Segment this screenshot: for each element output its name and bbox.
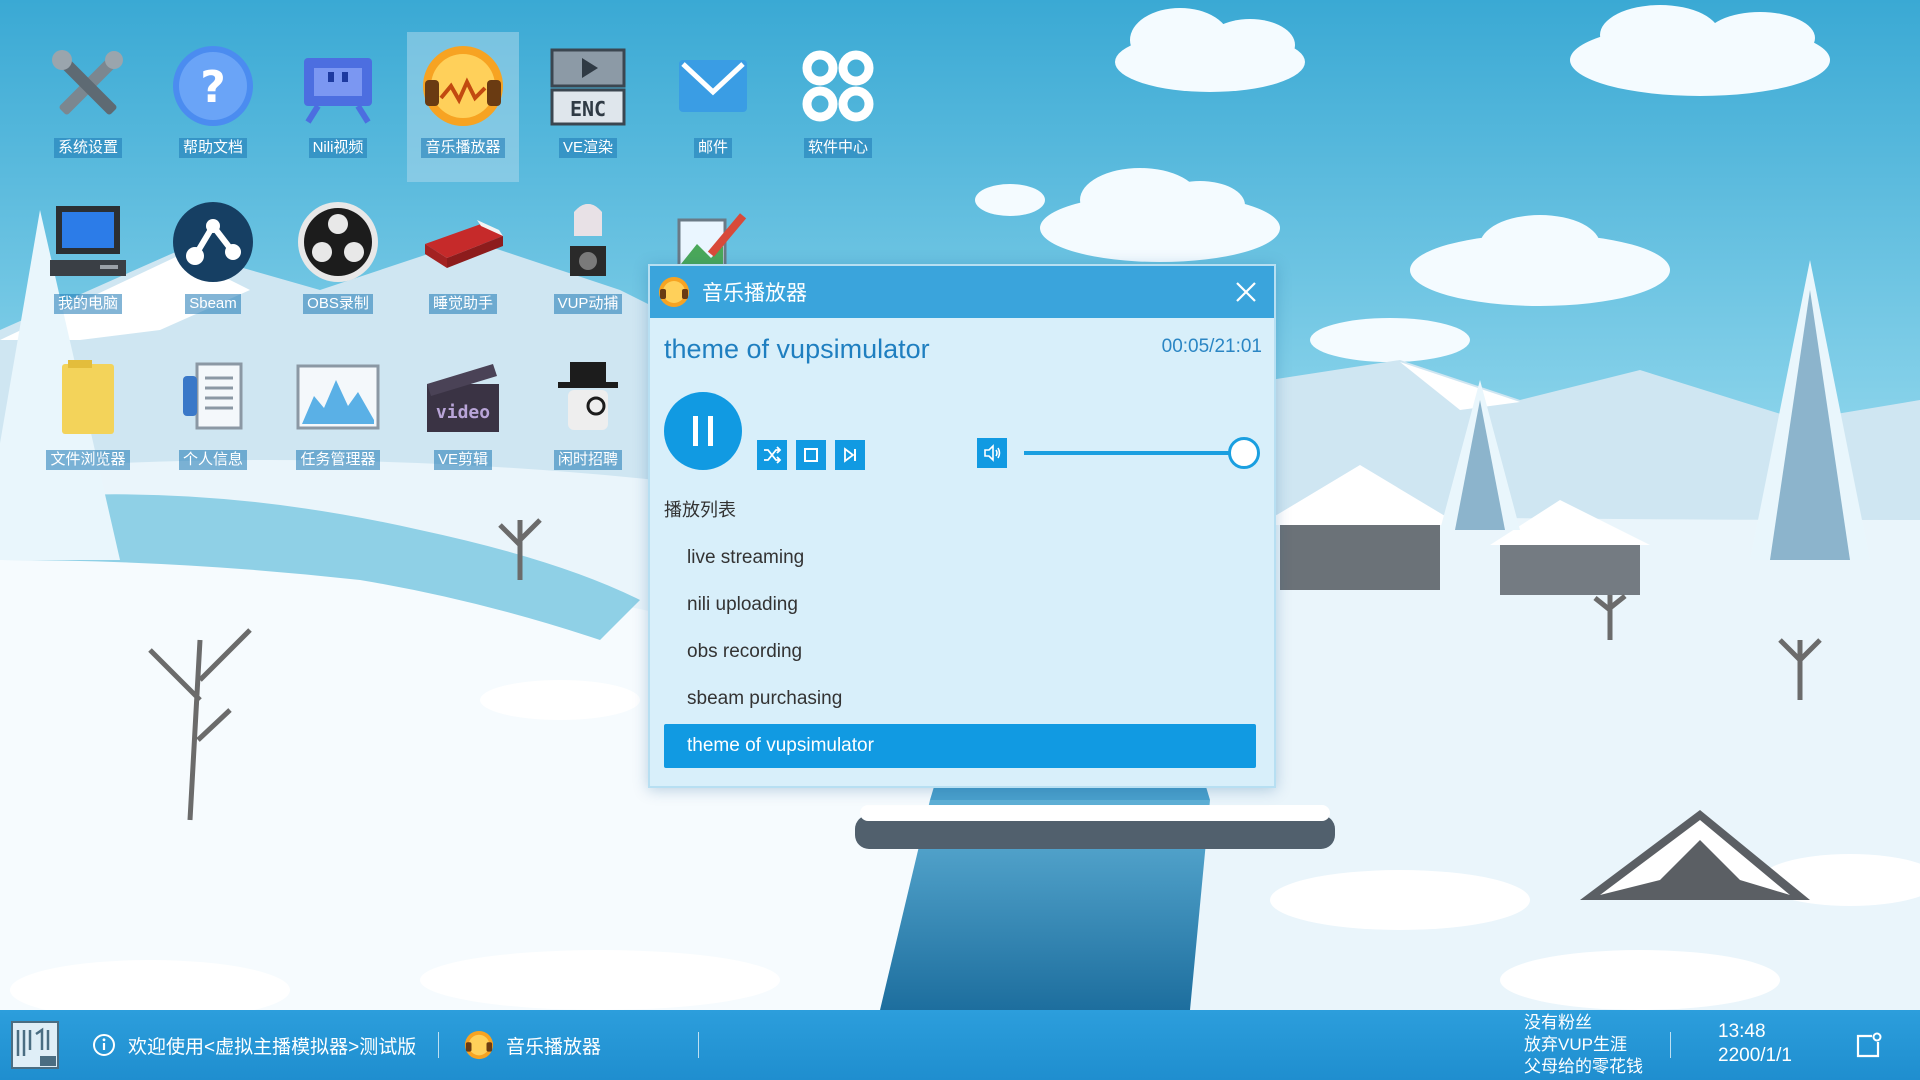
playlist-item[interactable]: nili uploading (664, 583, 1256, 627)
mail-icon (679, 60, 747, 112)
desktop-icon-my-computer[interactable]: 我的电脑 (32, 188, 144, 338)
svg-text:video: video (436, 402, 490, 423)
desktop-icon-label: OBS录制 (303, 294, 373, 314)
desktop-icon-label: 我的电脑 (53, 294, 122, 314)
tools-icon (52, 50, 123, 115)
window-title: 音乐播放器 (702, 282, 807, 305)
music-player-window[interactable]: 音乐播放器 theme of vupsimulator 00:05/21:01 (648, 264, 1276, 788)
playlist: live streaming nili uploading obs record… (664, 536, 1256, 771)
playlist-item-selected[interactable]: theme of vupsimulator (664, 724, 1256, 768)
welcome-notice-text: 欢迎使用<虚拟主播模拟器>测试版 (128, 1036, 417, 1058)
tv-icon (304, 58, 372, 124)
window-titlebar[interactable]: 音乐播放器 (650, 266, 1274, 318)
desktop-icon-task-manager[interactable]: 任务管理器 (282, 344, 394, 494)
obs-icon (298, 202, 378, 282)
desktop-icon-label: VUP动捕 (553, 294, 623, 314)
desktop-icon-label: 个人信息 (178, 450, 247, 470)
status-money: 父母给的零花钱 (1524, 1057, 1643, 1076)
desktop-icon-mail[interactable]: 邮件 (657, 32, 769, 182)
motion-capture-icon (570, 204, 606, 276)
playlist-item[interactable]: live streaming (664, 536, 1256, 580)
close-icon[interactable] (1232, 278, 1260, 306)
status-career: 放弃VUP生涯 (1524, 1035, 1627, 1054)
desktop-icon-label: 任务管理器 (296, 450, 380, 470)
taskbar-divider (698, 1032, 699, 1058)
next-track-button[interactable] (835, 440, 865, 470)
desktop-icon-profile[interactable]: 个人信息 (157, 344, 269, 494)
desktop-icon-label: 邮件 (693, 138, 732, 158)
desktop-icon-music-player[interactable]: 音乐播放器 (407, 32, 519, 182)
desktop-icon-file-browser[interactable]: 文件浏览器 (32, 344, 144, 494)
status-fans: 没有粉丝 (1524, 1013, 1592, 1032)
playlist-item[interactable]: sbeam purchasing (664, 677, 1256, 721)
clock: 13:48 2200/1/1 (1718, 1020, 1792, 1068)
status-panel: 没有粉丝 放弃VUP生涯 父母给的零花钱 (1524, 1012, 1643, 1078)
current-song-title: theme of vupsimulator (664, 334, 930, 364)
taskbar-app-label: 音乐播放器 (506, 1036, 602, 1058)
recruit-icon (558, 362, 618, 430)
desktop-icon-label: 帮助文档 (178, 138, 247, 158)
taskbar-divider (438, 1032, 439, 1058)
app-center-icon (802, 50, 874, 122)
desktop-icon-software-center[interactable]: 软件中心 (782, 32, 894, 182)
encoder-icon: ENC (550, 48, 626, 126)
desktop-icon-nili-video[interactable]: Nili视频 (282, 32, 394, 182)
welcome-notice[interactable]: 欢迎使用<虚拟主播模拟器>测试版 (92, 1010, 416, 1080)
desktop-icon-ve-edit[interactable]: video VE剪辑 (407, 344, 519, 494)
volume-icon (984, 444, 1001, 462)
shuffle-button[interactable] (757, 440, 787, 470)
clock-time: 13:48 (1718, 1021, 1766, 1042)
music-player-icon (659, 277, 689, 307)
volume-slider-handle[interactable] (1228, 437, 1260, 469)
desktop-icon-label: VE渲染 (558, 138, 617, 158)
desktop-icon-label: VE剪辑 (433, 450, 492, 470)
desktop-icon-sleep-helper[interactable]: 睡觉助手 (407, 188, 519, 338)
computer-icon (50, 206, 126, 276)
music-player-icon (423, 46, 503, 126)
volume-slider[interactable] (1024, 437, 1260, 469)
desktop-icon-obs-record[interactable]: OBS录制 (282, 188, 394, 338)
sbeam-icon (173, 202, 253, 282)
taskbar-divider (1670, 1032, 1671, 1058)
svg-text:ENC: ENC (570, 97, 606, 121)
volume-button[interactable] (977, 438, 1007, 468)
taskbar: 欢迎使用<虚拟主播模拟器>测试版 音乐播放器 没有粉丝 放弃VUP生涯 父母给的… (0, 1010, 1920, 1080)
desktop-icon-label: 软件中心 (803, 138, 872, 158)
taskbar-app-music-player[interactable]: 音乐播放器 (464, 1010, 601, 1080)
desktop-icon-sbeam[interactable]: Sbeam (157, 188, 269, 338)
notification-icon[interactable] (1852, 1030, 1884, 1062)
desktop-icon-label: 闲时招聘 (553, 450, 622, 470)
folder-icon (62, 360, 114, 434)
desktop-icon-label: 系统设置 (53, 138, 122, 158)
skip-next-icon (844, 447, 856, 463)
desktop-icon-label: 音乐播放器 (421, 138, 505, 158)
desktop-icon-vup-mocap[interactable]: VUP动捕 (532, 188, 644, 338)
desktop-icon-label: 文件浏览器 (46, 450, 130, 470)
music-player-icon (464, 1030, 494, 1060)
shuffle-icon (764, 446, 782, 464)
stop-button[interactable] (796, 440, 826, 470)
clock-date: 2200/1/1 (1718, 1045, 1792, 1066)
task-manager-icon (296, 364, 380, 430)
stop-icon (804, 448, 818, 462)
desktop-icon-system-settings[interactable]: 系统设置 (32, 32, 144, 182)
svg-text:?: ? (200, 62, 226, 113)
desktop-icon-part-time-recruit[interactable]: 闲时招聘 (532, 344, 644, 494)
playback-time: 00:05/21:01 (1161, 336, 1262, 357)
playlist-heading: 播放列表 (664, 500, 736, 520)
info-icon (93, 1034, 115, 1056)
profile-icon (183, 362, 243, 430)
desktop-icon-ve-render[interactable]: ENC VE渲染 (532, 32, 644, 182)
bed-icon (425, 220, 503, 268)
help-icon: ? (173, 46, 253, 126)
desktop-icon-label: 睡觉助手 (428, 294, 497, 314)
pause-button[interactable] (664, 392, 742, 470)
desktop-icon-label: Nili视频 (308, 138, 368, 158)
start-menu-logo-icon[interactable] (10, 1020, 60, 1070)
playlist-item[interactable]: obs recording (664, 630, 1256, 674)
desktop-icon-label: Sbeam (185, 294, 241, 314)
desktop-icon-help-docs[interactable]: ? 帮助文档 (157, 32, 269, 182)
video-editor-icon: video (427, 364, 499, 432)
